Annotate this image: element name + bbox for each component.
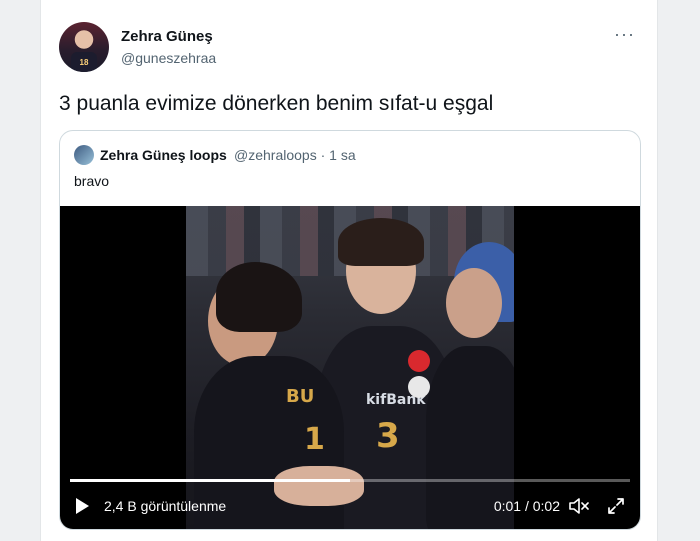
more-options-icon[interactable]: ··· [614,24,635,45]
quoted-tweet[interactable]: Zehra Güneş loops @zehraloops · 1 sa bra… [59,130,641,530]
player-center-hair [338,218,424,266]
quoted-author-avatar [74,145,94,165]
video-player[interactable]: kifBank 3 BU 1 2,4 B görüntülenme 0:01 /… [60,206,640,529]
player-hands [274,466,364,506]
volume-muted-icon[interactable] [568,496,590,516]
quoted-author-name: Zehra Güneş loops [100,147,227,163]
quoted-tweet-text: bravo [74,173,110,189]
jersey-left-number: 1 [304,422,325,457]
player-right-head [446,268,502,338]
video-progress-track[interactable] [70,479,630,482]
play-icon[interactable] [76,498,89,514]
tweet-text: 3 puanla evimize dönerken benim sıfat-u … [59,92,494,115]
fullscreen-icon[interactable] [606,496,626,516]
quoted-author-meta: @zehraloops · 1 sa [234,147,356,163]
jersey-left-name: BU [286,386,315,407]
tweet-card: 18 Zehra Güneş @guneszehraa ··· 3 puanla… [40,0,658,541]
jersey-patch [408,376,430,398]
author-name[interactable]: Zehra Güneş [121,28,213,45]
author-handle[interactable]: @guneszehraa [121,50,216,66]
video-time: 0:01 / 0:02 [493,498,560,514]
author-avatar[interactable]: 18 [59,22,109,72]
jersey-center-number: 3 [376,416,400,456]
avatar-jersey-number: 18 [71,52,97,72]
video-progress-fill [70,479,350,482]
turkey-flag-patch [408,350,430,372]
video-view-count: 2,4 B görüntülenme [104,498,227,514]
